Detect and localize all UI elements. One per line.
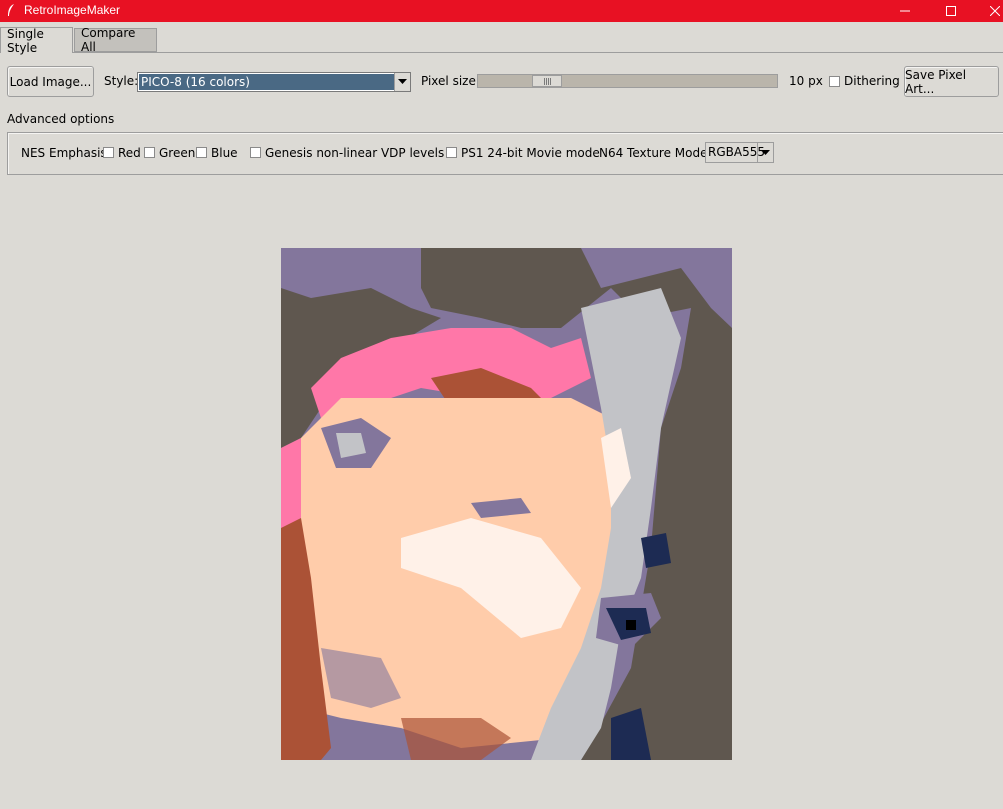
pixel-size-slider-handle[interactable] [532, 75, 562, 87]
n64-dropdown-button[interactable] [757, 143, 773, 162]
n64-texture-mode-label: N64 Texture Mode: [599, 146, 712, 160]
n64-texture-mode-combobox[interactable]: RGBA555 [705, 142, 774, 163]
genesis-vdp-label[interactable]: Genesis non-linear VDP levels [265, 146, 444, 160]
tab-bar: Single Style Compare All [0, 26, 1003, 55]
style-dropdown-button[interactable] [394, 73, 410, 91]
style-label: Style: [104, 74, 139, 88]
nes-red-label[interactable]: Red [118, 146, 141, 160]
close-icon [990, 6, 1000, 16]
chevron-down-icon [761, 149, 770, 155]
pixel-size-label: Pixel size: [421, 74, 480, 88]
tab-divider [73, 52, 1003, 53]
ps1-movie-mode-checkbox[interactable] [446, 147, 457, 158]
maximize-button[interactable] [928, 0, 974, 22]
style-selected-value: PICO-8 (16 colors) [139, 74, 395, 90]
nes-emphasis-label: NES Emphasis: [21, 146, 111, 160]
style-combobox[interactable]: PICO-8 (16 colors) [137, 72, 411, 92]
tab-compare-all[interactable]: Compare All [74, 26, 157, 54]
maximize-icon [946, 6, 956, 16]
pixel-size-slider[interactable] [477, 74, 778, 88]
close-button[interactable] [972, 0, 1003, 22]
nes-green-label[interactable]: Green [159, 146, 195, 160]
nes-blue-label[interactable]: Blue [211, 146, 238, 160]
pixel-art-preview [281, 248, 732, 760]
save-pixel-art-button[interactable]: Save Pixel Art... [904, 66, 999, 97]
feather-icon [8, 4, 14, 16]
ps1-movie-mode-label[interactable]: PS1 24-bit Movie mode [461, 146, 600, 160]
nes-green-checkbox[interactable] [144, 147, 155, 158]
window-title: RetroImageMaker [24, 3, 121, 17]
load-image-button[interactable]: Load Image... [7, 66, 94, 97]
grip-icon [544, 78, 552, 85]
tab-single-style[interactable]: Single Style [0, 27, 73, 55]
advanced-options-label: Advanced options [7, 112, 115, 126]
dithering-label[interactable]: Dithering [844, 74, 900, 88]
nes-blue-checkbox[interactable] [196, 147, 207, 158]
minimize-button[interactable] [882, 0, 928, 22]
pixel-size-value: 10 px [789, 74, 823, 88]
dithering-checkbox[interactable] [829, 76, 840, 87]
chevron-down-icon [398, 79, 407, 84]
minimize-icon [900, 10, 910, 12]
genesis-vdp-checkbox[interactable] [250, 147, 261, 158]
title-bar: RetroImageMaker [0, 0, 1003, 22]
nes-red-checkbox[interactable] [103, 147, 114, 158]
